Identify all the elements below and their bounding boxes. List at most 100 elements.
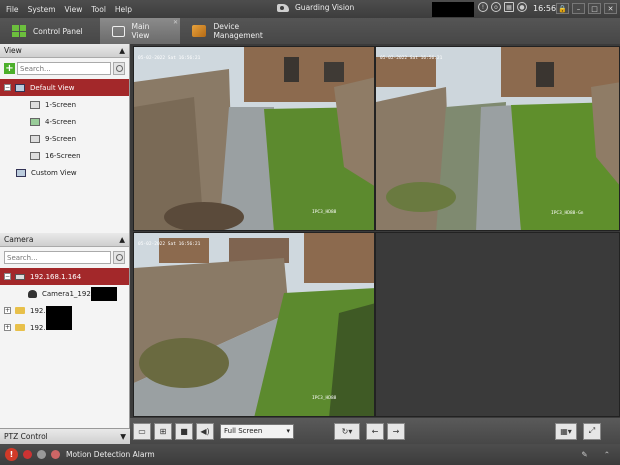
- lock-icon[interactable]: 🔒: [556, 3, 569, 14]
- video-timestamp: 05-02-2022 Sat 16:56:21: [380, 56, 443, 61]
- camera-label: IPC3_HD88: [312, 396, 337, 401]
- next-arrow-icon[interactable]: →: [387, 422, 405, 440]
- split-screen-icon[interactable]: ⊞: [154, 422, 172, 440]
- redacted-box: [432, 2, 474, 17]
- warning-icon[interactable]: !: [5, 448, 18, 461]
- tree-device-2[interactable]: + 192.: [0, 302, 129, 330]
- tab-control-panel[interactable]: Control Panel: [0, 18, 100, 44]
- tree-device-1[interactable]: − 192.168.1.164: [0, 268, 129, 285]
- ptz-section-header[interactable]: PTZ Control ▼: [0, 428, 130, 444]
- calendar-icon[interactable]: ▦: [504, 2, 514, 12]
- menu-tool[interactable]: Tool: [91, 5, 106, 14]
- tab-main-view-label: Main View: [131, 22, 150, 40]
- mute-icon[interactable]: [37, 450, 46, 459]
- view-search-input[interactable]: [20, 64, 100, 73]
- expand-toggle-icon[interactable]: +: [4, 324, 11, 331]
- tree-9-screen[interactable]: 9-Screen: [0, 130, 129, 147]
- pin-icon[interactable]: ✎: [581, 450, 587, 459]
- screen-label: 9-Screen: [45, 134, 77, 143]
- tray-icons: ! o ▦ ●: [478, 2, 527, 12]
- expand-toggle-icon[interactable]: +: [4, 307, 11, 314]
- menu-view[interactable]: View: [65, 5, 83, 14]
- camera-search-row: [0, 247, 129, 268]
- camera-feed-2: [376, 47, 619, 230]
- camera-search-field[interactable]: [4, 251, 111, 264]
- app-logo-icon: [277, 2, 291, 13]
- search-icon: [115, 65, 123, 72]
- tree-4-screen[interactable]: 4-Screen: [0, 113, 129, 130]
- chevron-down-icon: ▾: [286, 427, 290, 435]
- video-cell-1[interactable]: 05-02-2022 Sat 16:56:21 IPC3_HD88: [133, 46, 375, 231]
- tab-control-panel-label: Control Panel: [33, 26, 83, 36]
- tree-16-screen[interactable]: 16-Screen: [0, 147, 129, 164]
- sixteen-screen-icon: [30, 151, 40, 160]
- window-buttons: 🔒 – □ ✕: [556, 3, 617, 14]
- video-cell-3[interactable]: 05-02-2022 Sat 16:56:21 IPC3_HD88: [133, 232, 375, 417]
- add-view-button[interactable]: +: [4, 63, 15, 74]
- refresh-icon[interactable]: ↻▾: [334, 422, 360, 440]
- collapse-toggle-icon[interactable]: −: [4, 84, 11, 91]
- view-search-field[interactable]: [17, 62, 111, 75]
- screen-mode-value: Full Screen: [224, 427, 263, 435]
- expand-icon[interactable]: ▼: [120, 432, 126, 441]
- alarm-sound-icon[interactable]: [23, 450, 32, 459]
- nvr-icon: [15, 273, 25, 280]
- tab-close-icon[interactable]: ✕: [173, 19, 178, 26]
- menu-system[interactable]: System: [28, 5, 56, 14]
- custom-view-label: Custom View: [31, 168, 77, 177]
- audio-icon[interactable]: ◀): [196, 422, 214, 440]
- previous-arrow-icon[interactable]: ←: [366, 422, 384, 440]
- alarm-icon[interactable]: !: [478, 2, 488, 12]
- collapse-icon[interactable]: ▲: [119, 46, 125, 55]
- view-search-button[interactable]: [113, 62, 125, 75]
- tab-device-management[interactable]: Device Management: [180, 18, 300, 44]
- app-title: Guarding Vision: [277, 2, 354, 13]
- tab-main-view[interactable]: Main View ✕: [100, 18, 180, 44]
- minimize-button[interactable]: –: [572, 3, 585, 14]
- camera-search-input[interactable]: [7, 253, 98, 262]
- video-cell-2[interactable]: 05-02-2022 Sat 16:56:21 IPC3_HD88-Gn: [375, 46, 620, 231]
- redacted-box: [45, 305, 72, 330]
- menu-file[interactable]: File: [6, 5, 19, 14]
- tree-custom-view[interactable]: Custom View: [0, 164, 129, 181]
- video-cell-4-empty[interactable]: [375, 232, 620, 417]
- device-2-label: 192.: [30, 306, 46, 315]
- camera-section-header[interactable]: Camera ▲: [0, 233, 129, 247]
- clear-icon[interactable]: [51, 450, 60, 459]
- default-view-label: Default View: [30, 83, 75, 92]
- camera-search-button[interactable]: [113, 251, 125, 264]
- playback-toolbar: ▭ ⊞ ■ ◀) Full Screen ▾ ↻▾ ← → ▦▾ ⤢: [130, 418, 620, 444]
- left-panel: View ▲ + − Default View 1-Screen 4-Scree…: [0, 44, 130, 444]
- tree-1-screen[interactable]: 1-Screen: [0, 96, 129, 113]
- folder-icon: [15, 324, 25, 331]
- nine-screen-icon: [30, 134, 40, 143]
- folder-icon: [15, 307, 25, 314]
- video-timestamp: 05-02-2022 Sat 16:56:21: [138, 242, 201, 247]
- view-header-label: View: [4, 46, 22, 55]
- view-section-header[interactable]: View ▲: [0, 44, 129, 58]
- tree-camera-1[interactable]: Camera1_192: [0, 285, 129, 302]
- screen-mode-select[interactable]: Full Screen ▾: [220, 423, 294, 439]
- tree-default-view[interactable]: − Default View: [0, 79, 129, 96]
- layout-icon[interactable]: ▭: [133, 422, 151, 440]
- maximize-button[interactable]: □: [588, 3, 601, 14]
- search-icon: [115, 254, 123, 261]
- close-button[interactable]: ✕: [604, 3, 617, 14]
- view-search-row: +: [0, 58, 129, 79]
- collapse-icon[interactable]: ▲: [119, 235, 125, 244]
- expand-up-icon[interactable]: ⌃: [604, 450, 610, 459]
- alarm-status-text: Motion Detection Alarm: [66, 450, 155, 459]
- camera-label: IPC3_HD88: [312, 210, 337, 215]
- cpu-icon[interactable]: ●: [517, 2, 527, 12]
- main-view-icon: [112, 25, 125, 37]
- stop-all-button[interactable]: ■: [175, 422, 193, 440]
- app-title-text: Guarding Vision: [295, 3, 355, 12]
- collapse-toggle-icon[interactable]: −: [4, 273, 11, 280]
- device-management-icon: [192, 25, 207, 37]
- user-icon[interactable]: o: [491, 2, 501, 12]
- fullscreen-icon[interactable]: ⤢: [583, 422, 601, 440]
- menu-help[interactable]: Help: [115, 5, 132, 14]
- four-screen-icon: [30, 117, 40, 126]
- grid-view-icon[interactable]: ▦▾: [555, 422, 577, 440]
- device-1-label: 192.168.1.164: [30, 272, 82, 281]
